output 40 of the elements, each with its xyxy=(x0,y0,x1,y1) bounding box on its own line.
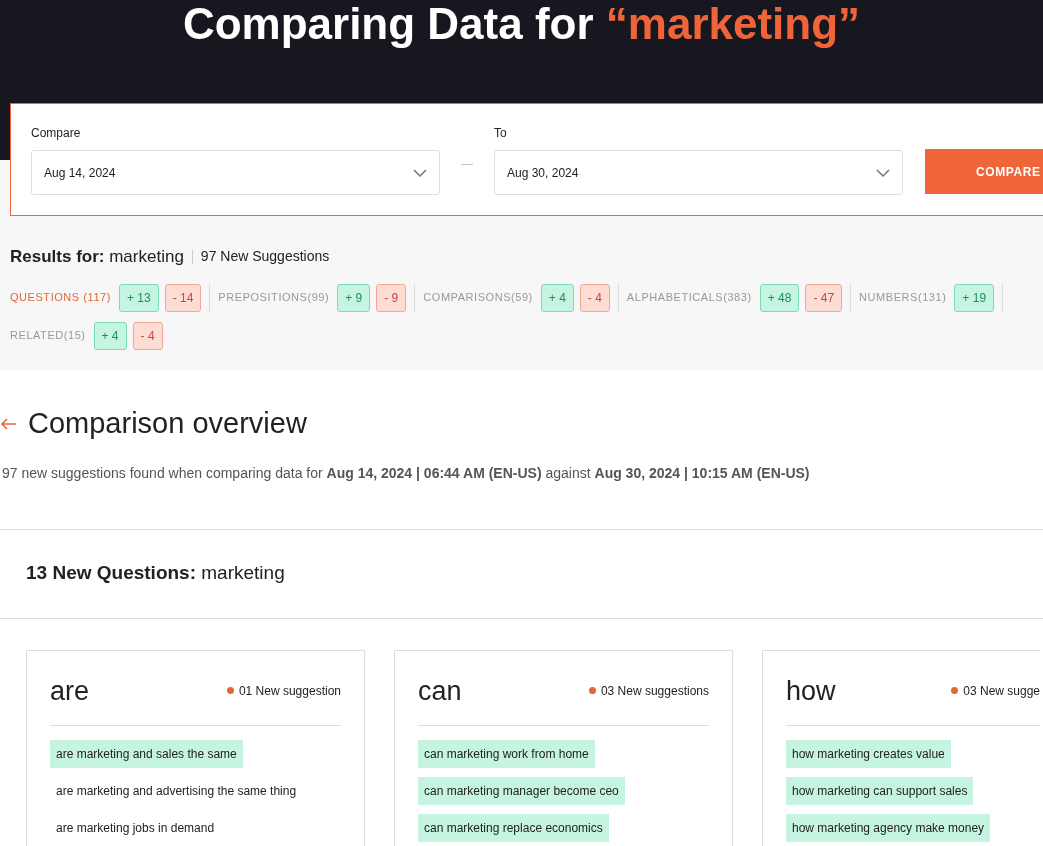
question-word: are xyxy=(50,674,90,708)
new-suggestion-count: 03 New suggestions xyxy=(600,682,709,700)
added-count-badge: + 4 xyxy=(93,321,127,350)
added-count-badge: + 4 xyxy=(540,283,574,312)
suggestion-item[interactable]: how marketing agency make money xyxy=(786,814,991,842)
page-title: Comparing Data for “marketing” xyxy=(182,2,861,46)
date-select[interactable]: Aug 30, 2024 xyxy=(494,150,903,195)
date-select[interactable]: Aug 14, 2024 xyxy=(31,150,440,195)
overview-summary: 97 new suggestions found when comparing data for Aug 14, 2024 | 06:44 AM (EN-US) against Aug 30, 2024 | 10:15 AM (EN-US) xyxy=(2,463,811,483)
suggestion-item[interactable]: how marketing creates value xyxy=(786,740,951,768)
field-label: To xyxy=(494,125,508,142)
section-heading: 13 New Questions: marketing xyxy=(26,561,285,586)
overview-title: Comparison overview xyxy=(28,406,307,441)
added-count-badge: + 9 xyxy=(337,283,371,312)
suggestion-item[interactable]: how marketing can support sales xyxy=(786,777,974,805)
question-word: can xyxy=(418,674,462,708)
added-count-badge: + 13 xyxy=(118,283,159,312)
chevron-down-icon xyxy=(413,168,427,177)
added-count-badge: + 19 xyxy=(954,283,995,312)
removed-count-badge: - 4 xyxy=(579,283,610,312)
suggestion-item[interactable]: are marketing and sales the same xyxy=(50,740,243,768)
suggestion-item[interactable]: are marketing and advertising the same thing xyxy=(50,777,303,805)
back-arrow-icon[interactable] xyxy=(0,417,16,430)
suggestion-item[interactable]: can marketing manager become ceo xyxy=(418,777,625,805)
question-word: how xyxy=(786,674,836,708)
added-count-badge: + 48 xyxy=(759,283,800,312)
suggestion-count: 97 New Suggestions xyxy=(200,247,330,267)
removed-count-badge: - 14 xyxy=(164,283,202,312)
removed-count-badge: - 9 xyxy=(376,283,407,312)
range-separator: — xyxy=(460,156,474,173)
suggestion-item[interactable]: can marketing replace economics xyxy=(418,814,609,842)
chevron-down-icon xyxy=(876,168,890,177)
new-suggestion-count: 01 New suggestion xyxy=(238,682,341,700)
suggestion-item[interactable]: can marketing work from home xyxy=(418,740,595,768)
removed-count-badge: - 47 xyxy=(805,283,843,312)
new-suggestion-count: 03 New sugge xyxy=(963,682,1040,700)
field-label: Compare xyxy=(31,125,82,142)
removed-count-badge: - 4 xyxy=(132,321,163,350)
results-heading: Results for: marketing xyxy=(10,246,184,268)
suggestion-item[interactable]: are marketing jobs in demand xyxy=(50,814,221,842)
